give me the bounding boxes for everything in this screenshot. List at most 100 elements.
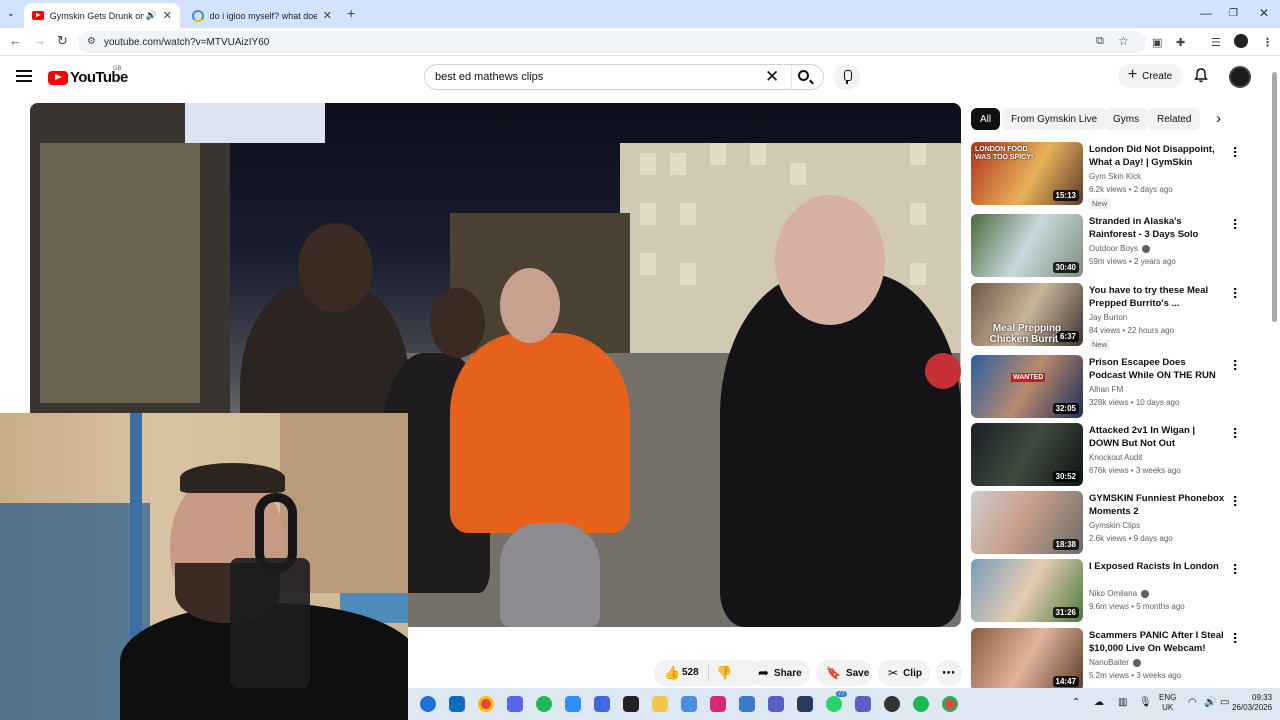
recommendation-card[interactable]: LONDON FOOD WAS TOO SPICY! 15:13 London … — [971, 142, 1242, 209]
teams-icon[interactable] — [768, 696, 784, 712]
extension-icon[interactable]: ▣ — [1152, 36, 1162, 49]
volume-icon[interactable]: 🔊 — [1204, 697, 1216, 708]
excel-calculator-icon[interactable] — [739, 696, 755, 712]
video-thumbnail[interactable]: WANTED 32:05 — [971, 355, 1083, 418]
video-thumbnail[interactable]: 18:38 — [971, 491, 1083, 554]
video-menu-icon[interactable]: ⋯ — [1228, 146, 1242, 158]
edge-icon[interactable] — [420, 696, 436, 712]
video-thumbnail[interactable]: 30:40 — [971, 214, 1083, 277]
file-explorer-icon[interactable] — [652, 696, 668, 712]
clear-search-icon[interactable]: ✕ — [765, 67, 779, 87]
chips-next-chevron-icon[interactable]: › — [1216, 110, 1221, 127]
video-thumbnail[interactable]: 31:26 — [971, 559, 1083, 622]
minimize-icon[interactable]: — — [1200, 6, 1212, 20]
pen-app-icon[interactable] — [594, 696, 610, 712]
tab-close-icon[interactable]: ✕ — [323, 9, 332, 22]
clip-button[interactable]: ✂ Clip — [878, 660, 930, 686]
more-actions-icon[interactable]: ⋯ — [936, 660, 962, 686]
video-title[interactable]: You have to try these Meal Prepped Burri… — [1089, 284, 1225, 310]
search-input[interactable]: best ed mathews clips — [435, 71, 543, 83]
tab-close-icon[interactable]: ✕ — [163, 9, 172, 22]
instagram-icon[interactable] — [710, 696, 726, 712]
teams-chat-icon[interactable] — [855, 696, 871, 712]
video-menu-icon[interactable]: ⋯ — [1228, 632, 1242, 644]
calendar-icon[interactable] — [681, 696, 697, 712]
onedrive-cloud-icon[interactable]: ☁ — [1094, 697, 1104, 708]
video-menu-icon[interactable]: ⋯ — [1228, 287, 1242, 299]
install-app-icon[interactable]: ⧉ — [1096, 35, 1104, 48]
capcut-icon[interactable] — [623, 696, 639, 712]
chrome-icon[interactable] — [478, 696, 494, 712]
speaker-icon[interactable]: 🔊 — [146, 10, 157, 21]
battery-icon[interactable]: ▭ — [1220, 697, 1229, 708]
recommendation-card[interactable]: WANTED 32:05 Prison Escapee Does Podcast… — [971, 355, 1242, 421]
video-menu-icon[interactable]: ⋯ — [1228, 495, 1242, 507]
discord-icon[interactable] — [507, 696, 523, 712]
obs-icon[interactable] — [884, 696, 900, 712]
video-thumbnail[interactable]: 30:52 — [971, 423, 1083, 486]
window-close-icon[interactable]: ✕ — [1259, 6, 1269, 20]
clock[interactable]: 09:33 26/03/2026 — [1232, 693, 1272, 713]
channel-name[interactable]: Gymskin Clips — [1089, 521, 1140, 530]
video-title[interactable]: I Exposed Racists In London — [1089, 560, 1225, 573]
video-menu-icon[interactable]: ⋯ — [1228, 359, 1242, 371]
recommendation-card[interactable]: Meal Prepping Chicken Burrito 6:37 You h… — [971, 283, 1242, 350]
back-icon[interactable]: ← — [9, 33, 22, 48]
new-tab-icon[interactable]: + — [347, 5, 355, 21]
scrollbar-thumb[interactable] — [1272, 72, 1277, 322]
outlook-icon[interactable] — [449, 696, 465, 712]
puzzle-extensions-icon[interactable]: ✚ — [1176, 36, 1185, 49]
video-menu-icon[interactable]: ⋯ — [1228, 563, 1242, 575]
tray-overflow-icon[interactable]: ⌃ — [1072, 697, 1080, 708]
forward-icon[interactable]: → — [33, 33, 46, 48]
tab-google[interactable]: do i igloo myself? what does th ✕ — [184, 3, 340, 28]
chip-from-gymskin-live[interactable]: From Gymskin Live — [1002, 108, 1107, 130]
spotify-icon[interactable] — [536, 696, 552, 712]
video-thumbnail[interactable]: Meal Prepping Chicken Burrito 6:37 — [971, 283, 1083, 346]
hamburger-menu-icon[interactable] — [16, 70, 32, 82]
recommendation-card[interactable]: 18:38 GYMSKIN Funniest Phonebox Moments … — [971, 491, 1242, 557]
video-thumbnail[interactable]: LONDON FOOD WAS TOO SPICY! 15:13 — [971, 142, 1083, 205]
video-title[interactable]: GYMSKIN Funniest Phonebox Moments 2 — [1089, 492, 1225, 518]
profile-avatar-icon[interactable] — [1234, 34, 1248, 48]
reading-list-icon[interactable]: ☰ — [1211, 36, 1221, 49]
notifications-bell-icon[interactable] — [1194, 68, 1208, 83]
address-bar[interactable]: ⚙ youtube.com/watch?v=MTVUAizIY60 ⧉ ☆ — [78, 31, 1146, 53]
video-title[interactable]: Attacked 2v1 In Wigan | DOWN But Not Out — [1089, 424, 1225, 450]
share-button[interactable]: ➦ Share — [748, 660, 810, 686]
site-info-icon[interactable]: ⚙ — [87, 36, 96, 47]
voice-search-icon[interactable] — [834, 64, 860, 90]
video-thumbnail[interactable]: 14:47 — [971, 628, 1083, 691]
restore-icon[interactable]: ❐ — [1229, 8, 1238, 19]
channel-name[interactable]: Alhan FM — [1089, 385, 1123, 394]
whatsapp-icon[interactable] — [826, 696, 842, 712]
recommendation-card[interactable]: 14:47 Scammers PANIC After I Steal $10,0… — [971, 628, 1242, 694]
recommendation-card[interactable]: 30:52 Attacked 2v1 In Wigan | DOWN But N… — [971, 423, 1242, 489]
account-avatar[interactable] — [1229, 66, 1251, 88]
channel-name[interactable]: Niko Omilana — [1089, 589, 1150, 598]
chip-gyms[interactable]: Gyms — [1104, 108, 1149, 130]
tab-youtube[interactable]: Gymskin Gets Drunk on a Fl 🔊 ✕ — [24, 3, 180, 28]
browser-menu-icon[interactable]: ⋮ — [1262, 36, 1273, 49]
recommendation-card[interactable]: 31:26 I Exposed Racists In London Niko O… — [971, 559, 1242, 625]
chip-all[interactable]: All — [971, 108, 1001, 130]
chrome-active-icon[interactable] — [942, 696, 958, 712]
vlc-icon[interactable] — [797, 696, 813, 712]
video-title[interactable]: Prison Escapee Does Podcast While ON THE… — [1089, 356, 1225, 382]
channel-name[interactable]: Jay Burton — [1089, 313, 1127, 322]
reload-icon[interactable]: ↻ — [57, 33, 68, 49]
channel-name[interactable]: Outdoor Boys — [1089, 244, 1150, 253]
dislike-thumb-icon[interactable]: 👎 — [716, 665, 732, 681]
recommendation-card[interactable]: 30:40 Stranded in Alaska's Rainforest - … — [971, 214, 1242, 280]
search-box[interactable]: best ed mathews clips ✕ — [424, 64, 824, 90]
microphone-icon[interactable]: 🎙 — [1139, 697, 1152, 708]
video-title[interactable]: Scammers PANIC After I Steal $10,000 Liv… — [1089, 629, 1225, 655]
create-button[interactable]: + Create — [1118, 64, 1182, 88]
video-menu-icon[interactable]: ⋯ — [1228, 218, 1242, 230]
zoom-icon[interactable] — [565, 696, 581, 712]
video-menu-icon[interactable]: ⋯ — [1228, 427, 1242, 439]
video-title[interactable]: Stranded in Alaska's Rainforest - 3 Days… — [1089, 215, 1225, 242]
channel-name[interactable]: NanoBaiter — [1089, 658, 1142, 667]
like-thumb-icon[interactable]: 👍 — [664, 665, 680, 681]
search-icon[interactable] — [798, 70, 809, 81]
